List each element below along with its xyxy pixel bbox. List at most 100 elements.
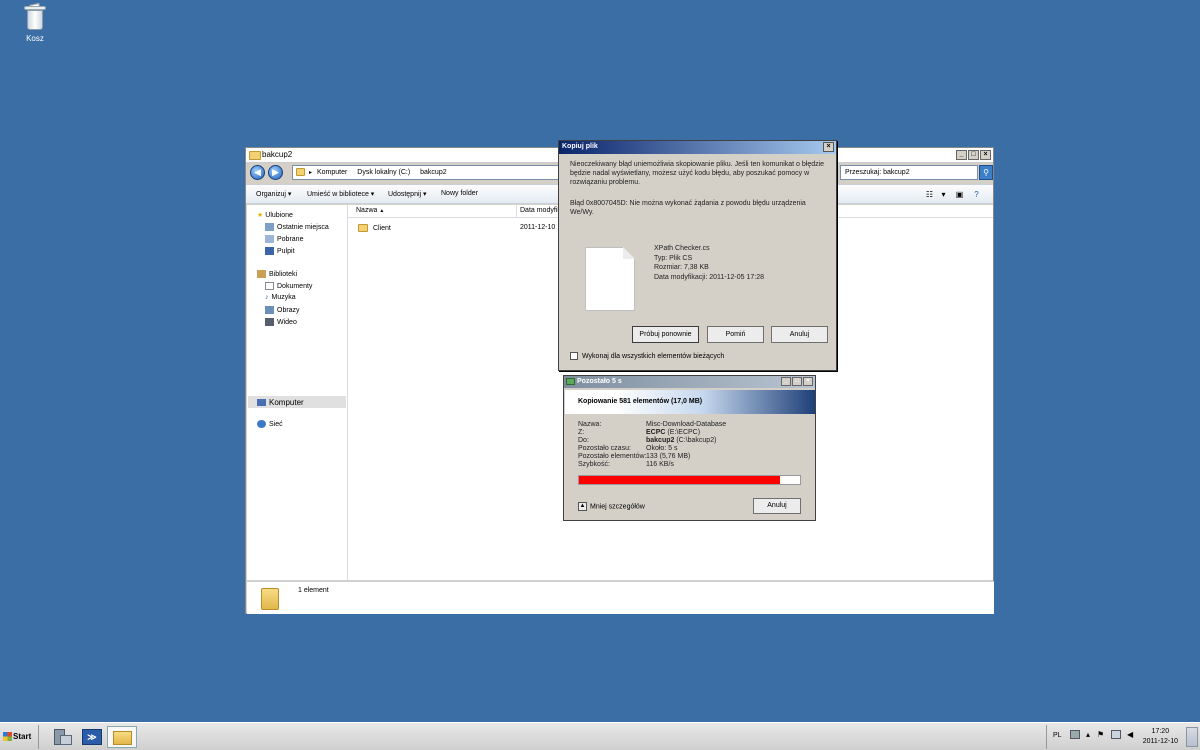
view-options-icon[interactable]: ☷ xyxy=(924,189,935,200)
folder-icon xyxy=(358,224,368,232)
nav-pictures[interactable]: Obrazy xyxy=(265,306,300,314)
file-modified: Data modyfikacji: 2011-12-05 17:28 xyxy=(654,273,764,281)
keyboard-icon[interactable] xyxy=(1070,730,1080,739)
column-name-label: Nazwa xyxy=(356,207,378,214)
progress-values: Misc-Download-Database ECPC (E:\ECPC) ba… xyxy=(646,421,726,469)
error-message: Nieoczekiwany błąd uniemożliwia skopiowa… xyxy=(570,161,825,186)
nav-libraries-label: Biblioteki xyxy=(269,270,298,278)
label-from: Z: xyxy=(578,429,585,436)
minimize-button[interactable]: _ xyxy=(781,377,791,386)
apply-to-all-checkbox[interactable]: Wykonaj dla wszystkich elementów bieżący… xyxy=(570,352,724,360)
item-count: 1 element xyxy=(298,587,329,594)
taskbar: Start ≫ PL ▴ ⚑ ◀ 17:20 2011-12-10 xyxy=(0,722,1200,750)
progress-labels: Nazwa: Z: Do: Pozostało czasu: Pozostało… xyxy=(578,421,646,469)
back-button[interactable]: ◀ xyxy=(250,165,265,180)
close-button[interactable]: × xyxy=(823,142,834,152)
recycle-bin-icon[interactable]: Kosz xyxy=(14,3,56,43)
maximize-button[interactable]: □ xyxy=(792,377,802,386)
clock[interactable]: 17:20 2011-12-10 xyxy=(1143,727,1178,747)
minimize-button[interactable]: _ xyxy=(956,150,967,160)
breadcrumb-folder[interactable]: bakcup2 xyxy=(420,169,446,176)
organize-label: Organizuj xyxy=(256,191,286,198)
cancel-button[interactable]: Anuluj xyxy=(771,326,828,343)
dialog-titlebar[interactable]: Kopiuj plik × xyxy=(559,141,836,154)
nav-videos[interactable]: Wideo xyxy=(265,318,297,326)
value-name: Misc-Download-Database xyxy=(646,421,727,428)
search-icon[interactable]: ⚲ xyxy=(979,165,993,180)
label-items-left: Pozostało elementów: xyxy=(578,453,647,460)
breadcrumb-drive[interactable]: Dysk lokalny (C:) xyxy=(357,169,410,176)
file-icon xyxy=(585,247,635,311)
checkbox-label: Wykonaj dla wszystkich elementów bieżący… xyxy=(582,352,725,360)
table-row[interactable]: Client 2011-12-10 xyxy=(358,224,578,232)
nav-documents-label: Dokumenty xyxy=(277,282,313,290)
chevron-right-icon: ▸ xyxy=(309,170,313,176)
music-icon: ♪ xyxy=(265,294,269,301)
copy-error-dialog: Kopiuj plik × Nieoczekiwany błąd uniemoż… xyxy=(558,140,837,371)
nav-music[interactable]: ♪ Muzyka xyxy=(265,294,296,301)
value-to-bold: bakcup2 xyxy=(646,437,675,444)
progress-title: Pozostało 5 s xyxy=(577,378,622,385)
chevron-up-icon[interactable]: ▴ xyxy=(1086,730,1090,739)
forward-button[interactable]: ▶ xyxy=(268,165,283,180)
server-manager-icon[interactable] xyxy=(48,726,76,748)
new-folder-button[interactable]: Nowy folder xyxy=(441,190,478,197)
show-desktop-button[interactable] xyxy=(1186,727,1198,747)
network-icon[interactable] xyxy=(1111,730,1121,739)
details-pane: 1 element xyxy=(247,581,994,614)
skip-button[interactable]: Pomiń xyxy=(707,326,764,343)
close-button[interactable]: × xyxy=(980,150,991,160)
language-indicator[interactable]: PL xyxy=(1053,732,1062,739)
nav-documents[interactable]: Dokumenty xyxy=(265,282,312,290)
label-time-left: Pozostało czasu: xyxy=(578,445,631,452)
copy-progress-icon xyxy=(566,378,575,385)
nav-downloads-label: Pobrane xyxy=(277,235,304,243)
label-to: Do: xyxy=(578,437,589,444)
maximize-button[interactable]: □ xyxy=(968,150,979,160)
navigation-pane: ★ Ulubione Ostatnie miejsca Pobrane Pulpi… xyxy=(247,205,348,580)
chevron-down-icon[interactable]: ▾ xyxy=(938,189,949,200)
speaker-icon[interactable]: ◀ xyxy=(1127,730,1133,739)
flag-icon[interactable]: ⚑ xyxy=(1097,730,1104,739)
windows-logo-icon xyxy=(3,732,12,742)
powershell-icon[interactable]: ≫ xyxy=(78,726,106,748)
nav-computer[interactable]: Komputer xyxy=(248,396,346,408)
copy-progress-dialog: Pozostało 5 s _ □ × Kopiowanie 581 eleme… xyxy=(563,375,816,521)
nav-videos-label: Wideo xyxy=(277,318,297,326)
file-size: Rozmiar: 7,38 KB xyxy=(654,264,709,271)
nav-network[interactable]: Sieć xyxy=(257,420,283,428)
nav-music-label: Muzyka xyxy=(271,294,296,301)
search-input[interactable]: Przeszukaj: bakcup2 xyxy=(840,165,978,180)
help-icon[interactable]: ? xyxy=(971,189,982,200)
preview-pane-icon[interactable]: ▣ xyxy=(954,189,965,200)
column-name-header[interactable]: Nazwa ▲ xyxy=(356,207,384,214)
explorer-taskbar-icon[interactable] xyxy=(107,726,137,748)
videos-icon xyxy=(265,318,274,326)
clock-time: 17:20 xyxy=(1151,728,1170,735)
explorer-title: bakcup2 xyxy=(262,150,293,159)
column-date-header[interactable]: Data modyfik xyxy=(520,207,561,214)
nav-downloads[interactable]: Pobrane xyxy=(265,235,303,243)
retry-button[interactable]: Próbuj ponownie xyxy=(632,326,699,343)
organize-button[interactable]: Organizuj ▾ xyxy=(256,190,291,198)
value-speed: 116 KB/s xyxy=(646,461,674,468)
share-button[interactable]: Udostępnij ▾ xyxy=(388,190,427,198)
less-details-toggle[interactable]: ▲ Mniej szczegółów xyxy=(578,502,645,511)
nav-network-label: Sieć xyxy=(269,420,283,428)
progress-cancel-button[interactable]: Anuluj xyxy=(753,498,801,514)
recent-places-icon xyxy=(265,223,274,231)
file-info: XPath Checker.cs Typ: Plik CS Rozmiar: 7… xyxy=(654,244,764,282)
nav-recent-label: Ostatnie miejsca xyxy=(277,223,329,231)
downloads-icon xyxy=(265,235,274,243)
breadcrumb-computer[interactable]: Komputer xyxy=(317,169,347,176)
nav-recent[interactable]: Ostatnie miejsca xyxy=(265,223,329,231)
nav-favorites[interactable]: ★ Ulubione xyxy=(257,211,293,219)
pictures-icon xyxy=(265,306,274,314)
nav-libraries[interactable]: Biblioteki xyxy=(257,270,297,278)
progress-titlebar[interactable]: Pozostało 5 s _ □ × xyxy=(564,376,815,388)
include-library-button[interactable]: Umieść w bibliotece ▾ xyxy=(307,190,374,198)
nav-desktop[interactable]: Pulpit xyxy=(265,247,295,255)
row-name: Client xyxy=(372,224,391,232)
close-button[interactable]: × xyxy=(803,377,813,386)
start-button[interactable]: Start xyxy=(2,726,34,748)
